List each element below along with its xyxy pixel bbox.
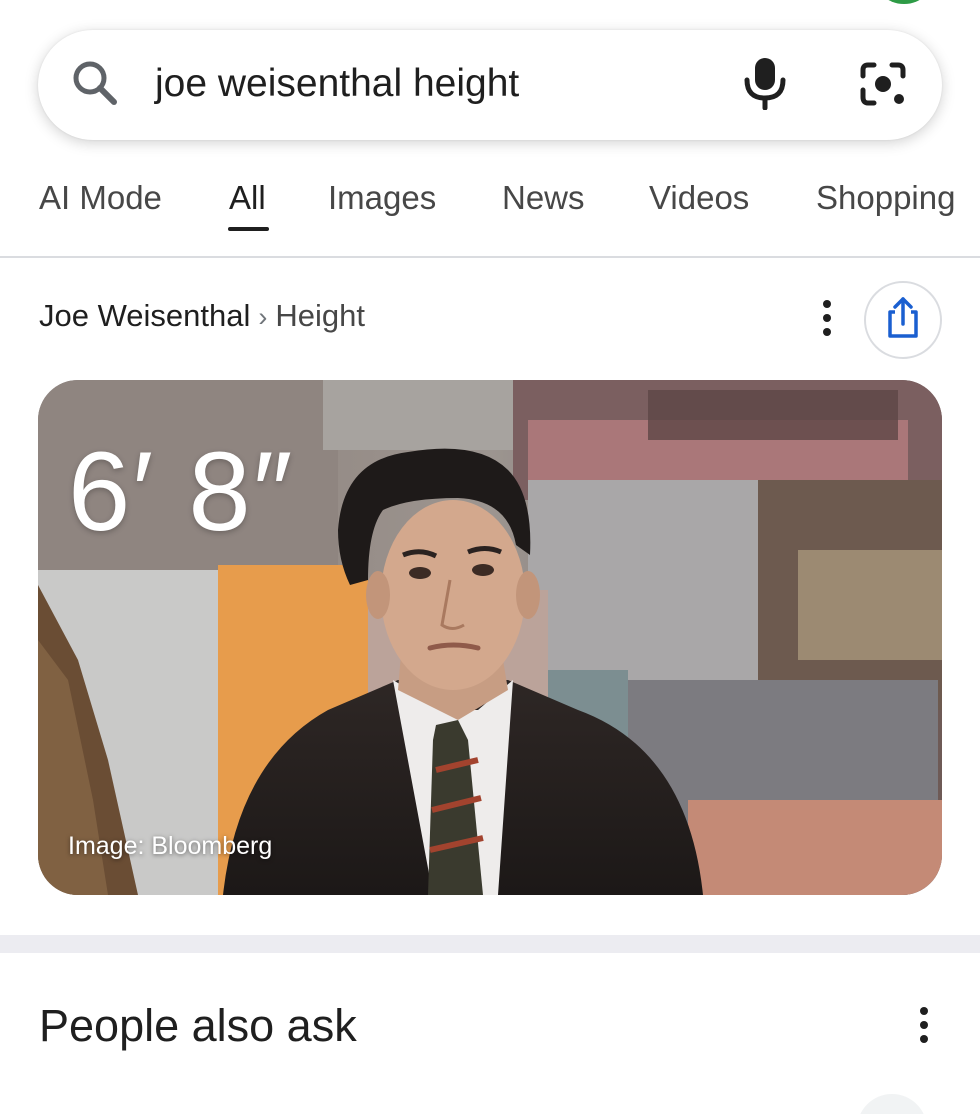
more-options-icon[interactable]	[915, 1006, 933, 1049]
tab-shopping[interactable]: Shopping	[816, 178, 955, 218]
expand-icon[interactable]	[857, 1094, 927, 1114]
tab-images[interactable]: Images	[328, 178, 436, 218]
image-credit: Image: Bloomberg	[68, 832, 273, 860]
mic-icon[interactable]	[742, 56, 788, 115]
active-tab-indicator	[228, 227, 269, 231]
share-button[interactable]	[864, 281, 942, 359]
tabs-divider	[0, 256, 980, 258]
search-results-page: joe weisenthal height AI Mode All Images…	[0, 0, 980, 1114]
breadcrumb-separator: ›	[258, 302, 268, 332]
search-tabs: AI Mode All Images News Videos Shopping	[0, 160, 980, 258]
camera-lens-icon[interactable]	[857, 60, 909, 113]
account-avatar[interactable]	[872, 0, 936, 4]
tab-news[interactable]: News	[502, 178, 585, 218]
height-result-card[interactable]: 6′ 8″ Image: Bloomberg	[38, 380, 942, 895]
tab-ai-mode[interactable]: AI Mode	[39, 178, 162, 218]
breadcrumb-attribute: Height	[275, 298, 365, 333]
height-value: 6′ 8″	[68, 429, 295, 554]
search-input[interactable]: joe weisenthal height	[155, 61, 519, 107]
breadcrumb-entity[interactable]: Joe Weisenthal	[39, 298, 250, 333]
share-icon	[885, 296, 921, 345]
section-separator	[0, 935, 980, 953]
people-also-ask-title: People also ask	[39, 1000, 357, 1051]
breadcrumb: Joe Weisenthal › Height	[39, 296, 365, 337]
tab-all[interactable]: All	[229, 178, 266, 218]
search-icon[interactable]	[70, 58, 120, 113]
tab-videos[interactable]: Videos	[649, 178, 749, 218]
more-options-icon[interactable]	[818, 299, 836, 342]
